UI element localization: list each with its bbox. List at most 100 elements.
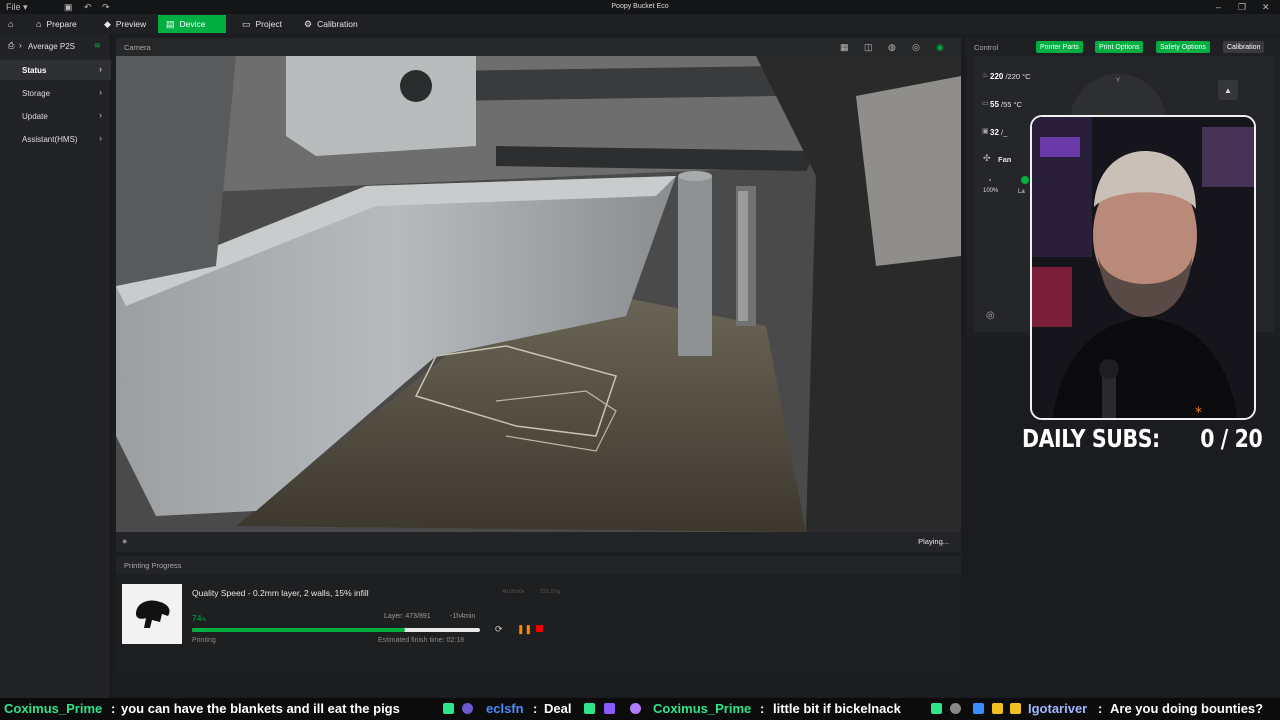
sidebar-item-update[interactable]: Update › <box>0 106 111 126</box>
control-header: Control <box>974 43 999 52</box>
tab-calibration[interactable]: ⚙ Calibration <box>296 15 366 33</box>
tab-project[interactable]: ▭ Project <box>234 15 290 33</box>
chat-username: Igotariver <box>1028 701 1088 716</box>
chamber-icon: ▣ <box>982 128 989 135</box>
chamber-temp-value: 32 <box>990 128 999 137</box>
progress-bar-fill <box>192 628 406 632</box>
print-options-button[interactable]: Print Options <box>1095 41 1144 53</box>
device-sidebar: ⎙ › Average P2S ≋ Status › Storage › Updat… <box>0 34 111 698</box>
model-preview-icon <box>136 600 170 628</box>
chevron-right-icon: › <box>99 64 102 74</box>
live-view-icon[interactable]: ◉ <box>936 42 944 53</box>
sidebar-item-status[interactable]: Status › <box>0 60 111 80</box>
bed-icon: ▭ <box>982 100 989 107</box>
printing-progress-panel: Printing Progress Quality Speed - 0.2mm … <box>116 556 961 673</box>
timelapse-icon[interactable]: ◫ <box>864 42 873 53</box>
chat-separator: : <box>111 701 116 716</box>
home-icon[interactable]: ⌂ <box>0 15 21 33</box>
chat-message: you can have the blankets and ill eat th… <box>121 701 400 716</box>
camera-header: Camera <box>124 43 151 52</box>
stop-icon[interactable] <box>536 625 543 632</box>
sidebar-item-assistant[interactable]: Assistant(HMS) › <box>0 129 111 149</box>
chat-message: Deal <box>544 701 572 716</box>
chat-separator: : <box>760 701 765 716</box>
tab-prepare[interactable]: ⌂ Prepare <box>28 15 85 33</box>
prepare-icon: ⌂ <box>36 19 42 29</box>
daily-subs-label: DAILY SUBS: <box>1022 424 1160 453</box>
job-weight: 232.57g <box>540 589 560 595</box>
main-nav: ⌂ ⌂ Prepare ◆ Preview ▤ Device ▭ Project ⚙ Ca… <box>0 14 1280 34</box>
pause-icon[interactable]: ❚❚ <box>517 624 532 635</box>
chat-badge-icon <box>630 703 641 714</box>
fan-icon: ✣ <box>983 153 991 163</box>
bed-temp[interactable]: 55 /55 °C <box>990 100 1022 109</box>
printer-selector[interactable]: ⎙ › Average P2S ≋ <box>0 38 111 54</box>
tab-preview-label: Preview <box>115 19 147 29</box>
nozzle-temp[interactable]: 220 /220 °C <box>990 72 1031 81</box>
chat-emote-icon <box>584 703 595 714</box>
chamber-temp[interactable]: 32 /_ <box>990 128 1007 137</box>
window-title: Poopy Bucket Eco <box>611 3 669 10</box>
daily-subs-counter: DAILY SUBS: 0 / 20 <box>1022 424 1263 453</box>
maximize-icon[interactable]: ❐ <box>1238 2 1246 13</box>
time-remaining: -1h4min <box>450 613 476 620</box>
chevron-right-icon: › <box>99 87 102 97</box>
chat-badge-icon <box>950 703 961 714</box>
chat-badge-icon <box>973 703 984 714</box>
printer-parts-button[interactable]: Printer Parts <box>1036 41 1083 53</box>
calibration-icon: ⚙ <box>304 18 313 29</box>
lamp-toggle[interactable] <box>1021 176 1029 184</box>
progress-header: Printing Progress <box>124 561 182 570</box>
fullscreen-toggle-icon[interactable]: ● <box>122 536 127 546</box>
chat-separator: : <box>1098 701 1103 716</box>
print-state: Printing <box>192 637 216 644</box>
bed-temp-unit: °C <box>1013 100 1022 109</box>
tab-calibration-label: Calibration <box>317 19 358 29</box>
chat-username: eclsfn <box>486 701 524 716</box>
percent-unit: % <box>201 617 206 623</box>
svg-text:*: * <box>1195 405 1202 420</box>
refresh-icon[interactable]: ⟳ <box>495 624 503 635</box>
home-axis-icon[interactable]: ◎ <box>986 310 995 321</box>
tab-preview[interactable]: ◆ Preview <box>96 15 154 33</box>
wifi-icon: ≋ <box>94 41 101 50</box>
nozzle-temp-value: 220 <box>990 72 1004 81</box>
tab-prepare-label: Prepare <box>46 19 77 29</box>
chat-ticker: Coximus_Prime : you can have the blanket… <box>0 698 1280 720</box>
chat-separator: : <box>533 701 538 716</box>
axis-y-label: Y <box>1116 78 1121 84</box>
minimize-icon[interactable]: – <box>1216 2 1221 12</box>
printer-name: Average P2S <box>28 42 75 51</box>
sidebar-item-label: Update <box>22 111 48 121</box>
chamber-temp-target: /_ <box>1001 128 1008 137</box>
model-thumbnail <box>122 584 182 644</box>
chat-badge-icon <box>992 703 1003 714</box>
chevron-right-icon: › <box>99 133 102 143</box>
fan-label[interactable]: Fan <box>998 155 1011 164</box>
estimated-finish: Estimated finish time: 02:18 <box>378 637 464 644</box>
lamp-label: La <box>1018 189 1025 195</box>
snapshot-icon[interactable]: ◎ <box>912 42 920 53</box>
tab-device-label: Device <box>179 19 206 29</box>
speed-value[interactable]: 100% <box>983 188 998 194</box>
z-up-button[interactable]: ▲ <box>1218 80 1238 100</box>
sidebar-item-label: Status <box>22 65 47 75</box>
tab-device[interactable]: ▤ Device <box>158 15 226 33</box>
tab-project-label: Project <box>255 19 282 29</box>
safety-options-button[interactable]: Safety Options <box>1156 41 1210 53</box>
camera-status: Playing... <box>918 537 949 546</box>
close-icon[interactable]: ✕ <box>1262 2 1270 13</box>
sidebar-item-storage[interactable]: Storage › <box>0 83 111 103</box>
speed-icon: ◔ <box>987 176 992 185</box>
printer-interior-image <box>116 56 961 532</box>
project-icon: ▭ <box>242 18 251 29</box>
chat-badge-icon <box>604 703 615 714</box>
camera-settings-icon[interactable]: ◍ <box>888 42 896 53</box>
calibration-button[interactable]: Calibration <box>1223 41 1265 53</box>
progress-bar <box>192 628 480 632</box>
streamer-image: * <box>1032 117 1254 420</box>
camera-panel: Camera ▦ ◫ ◍ ◎ ◉ ● Playing... <box>116 38 961 552</box>
chevron-right-icon: › <box>99 110 102 120</box>
recording-icon[interactable]: ▦ <box>840 42 849 53</box>
chat-username: Coximus_Prime <box>653 701 752 716</box>
